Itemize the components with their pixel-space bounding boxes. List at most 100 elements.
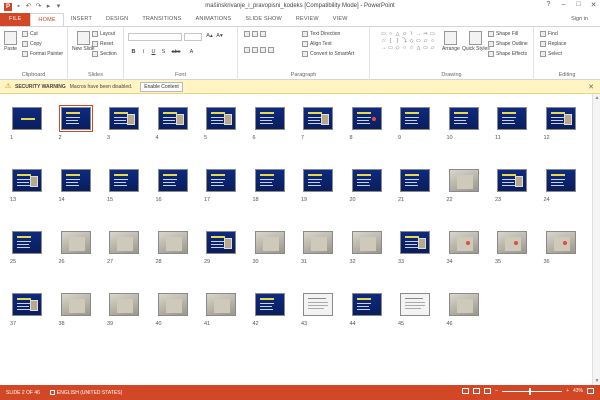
slide-thumbnail[interactable]: 34 <box>447 231 479 265</box>
slide-thumbnail[interactable]: 12 <box>544 107 576 141</box>
scroll-down-icon[interactable]: ▼ <box>593 378 600 384</box>
shape-star-icon[interactable]: ☆ <box>408 45 415 52</box>
shadow-button[interactable]: S <box>160 49 167 56</box>
slide-thumbnail[interactable]: 1 <box>10 107 42 141</box>
slide-thumbnail[interactable]: 5 <box>204 107 236 141</box>
slide-thumbnail[interactable]: 23 <box>495 169 527 203</box>
slide-thumbnail[interactable]: 42 <box>253 293 285 327</box>
tab-view[interactable]: VIEW <box>326 13 355 26</box>
italic-button[interactable]: I <box>140 49 147 56</box>
reset-button[interactable]: Reset <box>92 41 113 47</box>
tab-animations[interactable]: ANIMATIONS <box>189 13 239 26</box>
shape-right-brace-icon[interactable]: } <box>394 38 401 45</box>
slide-sorter[interactable]: 1 2 3 4 5 6 7 8 9 10 11 12 13 14 15 16 17 18 19 20 21 22 23 24 2… <box>0 94 592 385</box>
slide-thumbnail[interactable]: 4 <box>156 107 188 141</box>
font-color-button[interactable]: A <box>188 49 195 56</box>
cut-button[interactable]: Cut <box>22 31 38 37</box>
shape-rectangle-icon[interactable]: ▭ <box>380 31 387 38</box>
shape-effects-button[interactable]: Shape Effects <box>488 51 527 57</box>
text-direction-button[interactable]: Text Direction <box>302 31 340 37</box>
shape-oval-icon[interactable]: ○ <box>387 31 394 38</box>
zoom-in-icon[interactable]: + <box>566 388 569 394</box>
slide-thumbnail[interactable]: 45 <box>398 293 430 327</box>
select-button[interactable]: Select <box>540 51 562 57</box>
slide-thumbnail[interactable]: 24 <box>544 169 576 203</box>
slide-thumbnail[interactable]: 18 <box>253 169 285 203</box>
slide-thumbnail[interactable]: 16 <box>156 169 188 203</box>
shape-diamond-icon[interactable]: ◇ <box>394 45 401 52</box>
slide-thumbnail[interactable]: 8 <box>350 107 382 141</box>
slide-thumbnail[interactable]: 2 <box>58 105 93 141</box>
shape-curved-arrow-icon[interactable]: ⤵ <box>401 38 408 45</box>
zoom-level[interactable]: 43% <box>573 388 583 394</box>
save-icon[interactable]: ▪ <box>15 3 22 10</box>
normal-view-icon[interactable] <box>462 388 470 394</box>
slide-thumbnail[interactable]: 22 <box>447 169 479 203</box>
slide-thumbnail[interactable]: 28 <box>156 231 188 265</box>
slide-thumbnail[interactable]: 27 <box>107 231 139 265</box>
slide-thumbnail[interactable]: 26 <box>59 231 91 265</box>
font-size-combo[interactable] <box>184 33 202 41</box>
powerpoint-app-icon[interactable]: P <box>4 2 12 11</box>
shape-arrow-icon[interactable]: → <box>415 31 422 38</box>
shape-rectangle-icon[interactable]: ▭ <box>429 31 436 38</box>
copy-button[interactable]: Copy <box>22 41 42 47</box>
scroll-up-icon[interactable]: ▲ <box>593 95 600 101</box>
tab-transitions[interactable]: TRANSITIONS <box>135 13 188 26</box>
bullets-button[interactable] <box>244 31 266 37</box>
slide-thumbnail[interactable]: 10 <box>447 107 479 141</box>
slide-thumbnail[interactable]: 3 <box>107 107 139 141</box>
slide-thumbnail[interactable]: 44 <box>350 293 382 327</box>
align-buttons[interactable] <box>244 47 274 53</box>
arrange-button[interactable]: Arrange <box>442 31 460 52</box>
slide-thumbnail[interactable]: 6 <box>253 107 285 141</box>
find-button[interactable]: Find <box>540 31 558 37</box>
slide-thumbnail[interactable]: 38 <box>59 293 91 327</box>
slide-thumbnail[interactable]: 14 <box>59 169 91 203</box>
slide-thumbnail[interactable]: 37 <box>10 293 42 327</box>
redo-icon[interactable]: ↷ <box>35 3 42 10</box>
shape-oval-icon[interactable]: ○ <box>401 45 408 52</box>
slide-thumbnail[interactable]: 46 <box>447 293 479 327</box>
slide-thumbnail[interactable]: 35 <box>495 231 527 265</box>
slide-thumbnail[interactable]: 25 <box>10 231 42 265</box>
slide-thumbnail[interactable]: 39 <box>107 293 139 327</box>
shape-oval-icon[interactable]: ○ <box>429 38 436 45</box>
shape-star-icon[interactable]: ☆ <box>380 38 387 45</box>
quick-styles-button[interactable]: Quick Styles <box>462 31 490 52</box>
slide-thumbnail[interactable]: 21 <box>398 169 430 203</box>
slide-thumbnail[interactable]: 7 <box>301 107 333 141</box>
slide-thumbnail[interactable]: 32 <box>350 231 382 265</box>
tab-home[interactable]: HOME <box>30 13 64 26</box>
section-button[interactable]: Section <box>92 51 117 57</box>
fit-slide-icon[interactable] <box>587 388 594 394</box>
shape-rectangle-icon[interactable]: ▭ <box>387 45 394 52</box>
shape-outline-button[interactable]: Shape Outline <box>488 41 528 47</box>
shape-parallelogram-icon[interactable]: ▱ <box>429 45 436 52</box>
minimize-button[interactable]: – <box>559 1 568 9</box>
format-painter-button[interactable]: Format Painter <box>22 51 63 57</box>
tab-insert[interactable]: INSERT <box>64 13 99 26</box>
help-button[interactable]: ? <box>544 1 553 9</box>
shape-left-brace-icon[interactable]: { <box>387 38 394 45</box>
shape-rectangle-icon[interactable]: ▭ <box>422 45 429 52</box>
shape-triangle-icon[interactable]: △ <box>415 45 422 52</box>
slide-thumbnail[interactable]: 9 <box>398 107 430 141</box>
sign-in-link[interactable]: Sign in <box>571 13 588 26</box>
customize-icon[interactable]: ▾ <box>55 3 62 10</box>
layout-button[interactable]: Layout <box>92 31 115 37</box>
replace-button[interactable]: Replace <box>540 41 566 47</box>
slide-thumbnail[interactable]: 13 <box>10 169 42 203</box>
maximize-button[interactable]: □ <box>574 1 583 9</box>
slide-sorter-view-icon[interactable] <box>473 388 481 394</box>
tab-file[interactable]: FILE <box>0 13 31 26</box>
slide-thumbnail[interactable]: 43 <box>301 293 333 327</box>
undo-icon[interactable]: ↶ <box>25 3 32 10</box>
shape-fill-button[interactable]: Shape Fill <box>488 31 518 37</box>
tab-slide-show[interactable]: SLIDE SHOW <box>238 13 289 26</box>
shape-triangle-icon[interactable]: △ <box>394 31 401 38</box>
slide-thumbnail[interactable]: 15 <box>107 169 139 203</box>
shape-arrow-icon[interactable]: → <box>380 45 387 52</box>
paste-button[interactable]: Paste <box>4 31 17 52</box>
underline-button[interactable]: U <box>150 49 157 56</box>
